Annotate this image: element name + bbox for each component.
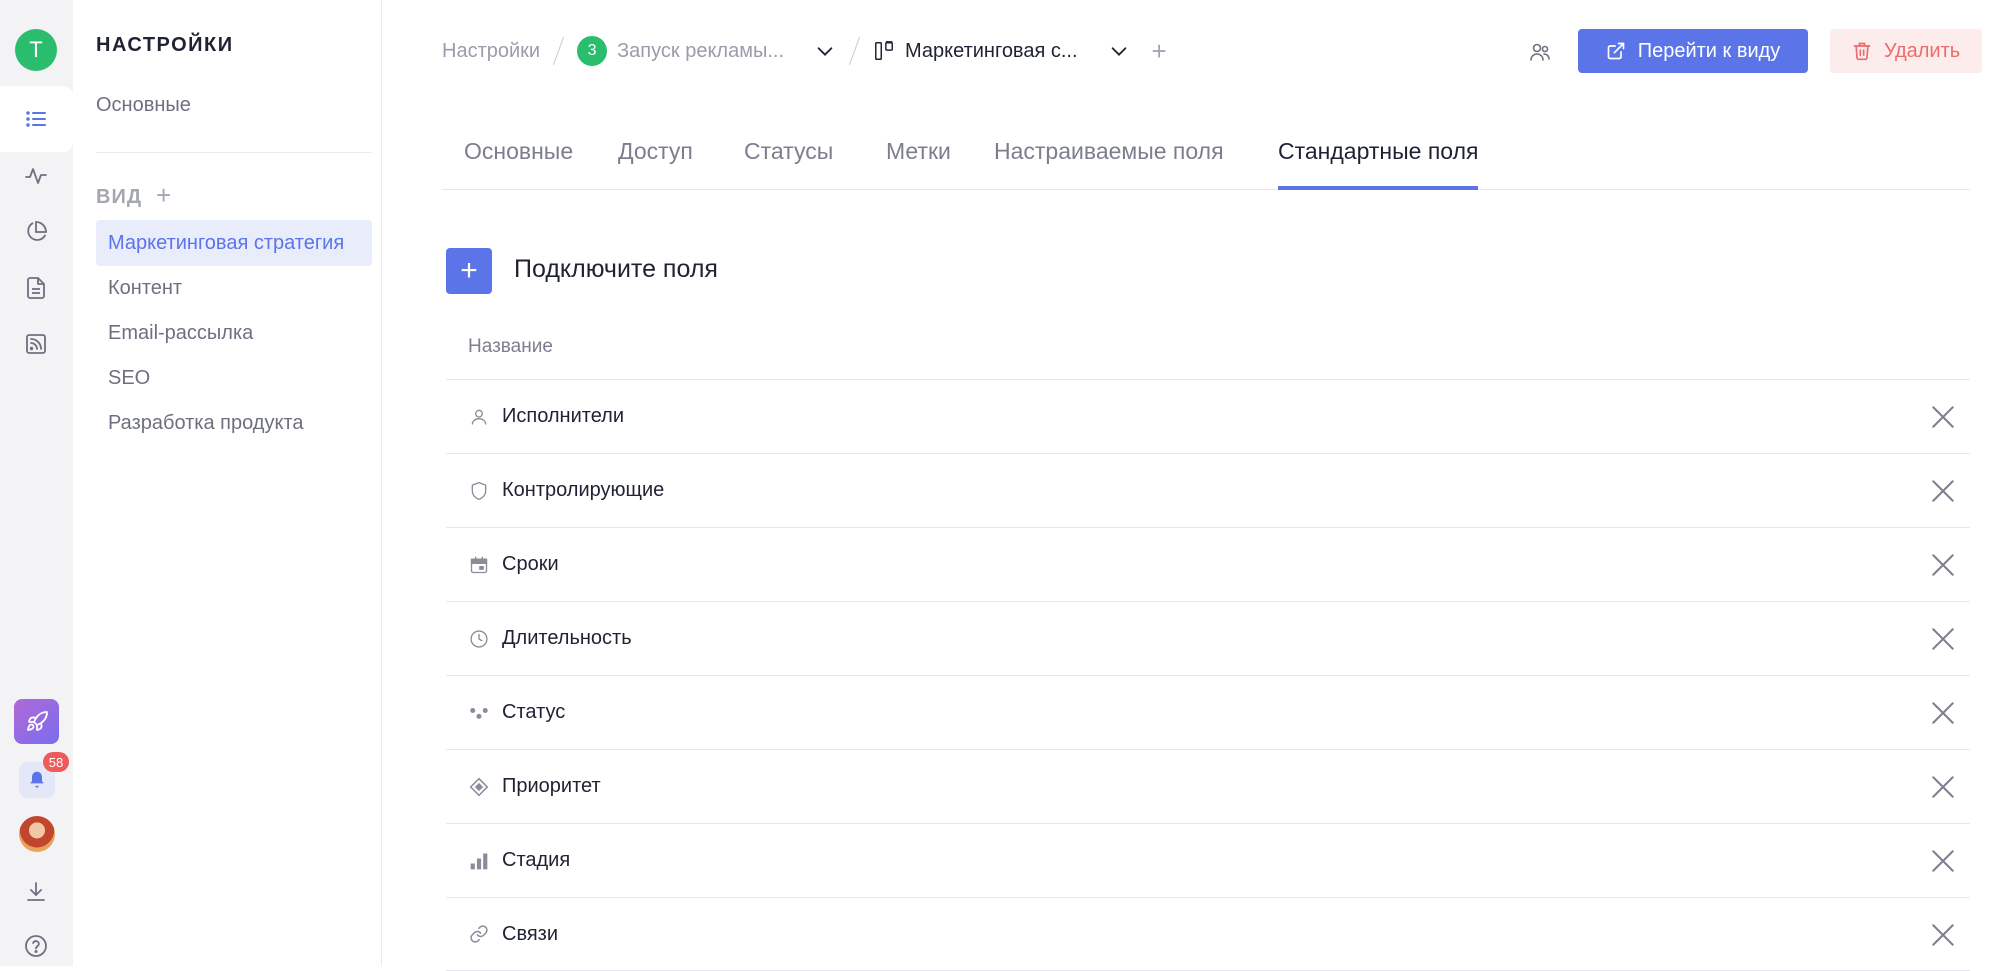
tab-standard-fields[interactable]: Стандартные поля	[1278, 138, 1479, 190]
document-icon[interactable]	[22, 274, 50, 302]
shield-icon	[468, 480, 490, 502]
field-label: Исполнители	[502, 405, 625, 427]
field-label: Связи	[502, 922, 559, 945]
standard-fields-table: Исполнители Контролирующие Сроки Длитель…	[446, 379, 1970, 971]
external-link-icon	[1607, 42, 1625, 60]
chevron-down-icon[interactable]	[1108, 40, 1130, 62]
table-row: Связи	[446, 897, 1970, 971]
tab-access[interactable]: Доступ	[618, 138, 693, 190]
table-row: Стадия	[446, 823, 1970, 897]
link-icon	[468, 923, 490, 945]
field-label: Стадия	[502, 849, 571, 871]
table-row: Исполнители	[446, 379, 1970, 453]
close-icon[interactable]	[1930, 552, 1956, 578]
bars-icon	[468, 850, 490, 872]
user-avatar[interactable]	[19, 816, 55, 852]
add-icon[interactable]: +	[1152, 36, 1167, 67]
chevron-down-icon[interactable]	[814, 40, 836, 62]
views-section-title: ВИД	[96, 186, 143, 208]
settings-panel: НАСТРОЙКИ Основные ВИД + Маркетинговая с…	[73, 0, 382, 966]
activity-icon[interactable]	[22, 162, 50, 190]
table-row: Приоритет	[446, 749, 1970, 823]
field-label: Контролирующие	[502, 479, 665, 501]
view-item-content[interactable]: Контент	[96, 265, 372, 311]
delete-label: Удалить	[1883, 39, 1961, 62]
view-item-email[interactable]: Email-рассылка	[96, 310, 372, 356]
workspace-avatar[interactable]: Т	[15, 29, 57, 71]
close-icon[interactable]	[1930, 848, 1956, 874]
settings-tabs: Основные Доступ Статусы Метки Настраивае…	[442, 122, 1970, 190]
close-icon[interactable]	[1930, 626, 1956, 652]
project-number-badge: 3	[577, 36, 608, 66]
breadcrumb-view[interactable]: Маркетинговая с...	[905, 40, 1078, 63]
person-icon	[468, 406, 490, 428]
board-view-icon	[873, 40, 895, 62]
divider	[96, 152, 372, 153]
breadcrumb-separator	[848, 36, 861, 66]
list-icon[interactable]	[22, 105, 50, 133]
table-row: Контролирующие	[446, 453, 1970, 527]
clock-icon	[468, 628, 490, 650]
users-access-icon[interactable]	[1528, 40, 1554, 66]
close-icon[interactable]	[1930, 404, 1956, 430]
close-icon[interactable]	[1930, 922, 1956, 948]
go-to-view-label: Перейти к виду	[1637, 39, 1781, 62]
field-label: Длительность	[502, 627, 632, 649]
tab-custom-fields[interactable]: Настраиваемые поля	[994, 138, 1224, 190]
close-icon[interactable]	[1930, 774, 1956, 800]
field-label: Приоритет	[502, 775, 601, 797]
delete-button[interactable]: Удалить	[1830, 29, 1982, 73]
pie-chart-icon[interactable]	[22, 218, 50, 246]
view-item-marketing-strategy[interactable]: Маркетинговая стратегия	[96, 220, 372, 266]
tab-statuses[interactable]: Статусы	[744, 138, 833, 190]
settings-title: НАСТРОЙКИ	[96, 34, 234, 56]
close-icon[interactable]	[1930, 700, 1956, 726]
priority-diamond-icon	[468, 776, 490, 798]
breadcrumb-separator	[552, 36, 565, 66]
go-to-view-button[interactable]: Перейти к виду	[1578, 29, 1808, 73]
status-dots-icon	[468, 702, 490, 724]
rocket-icon[interactable]	[14, 699, 59, 744]
calendar-icon	[468, 554, 490, 576]
column-header-name: Название	[468, 336, 553, 357]
breadcrumb: Настройки 3 Запуск рекламы... Маркетинго…	[442, 32, 1167, 70]
notifications-badge: 58	[43, 752, 69, 772]
help-icon[interactable]	[22, 932, 50, 960]
view-item-seo[interactable]: SEO	[96, 355, 372, 401]
view-item-product-development[interactable]: Разработка продукта	[96, 400, 372, 446]
breadcrumb-project[interactable]: Запуск рекламы...	[617, 40, 784, 63]
field-label: Статус	[502, 701, 566, 723]
rss-icon[interactable]	[22, 330, 50, 358]
field-label: Сроки	[502, 553, 559, 575]
close-icon[interactable]	[1930, 478, 1956, 504]
add-fields-heading: Подключите поля	[514, 255, 718, 283]
table-row: Статус	[446, 675, 1970, 749]
settings-item-main[interactable]: Основные	[96, 94, 191, 117]
download-icon[interactable]	[22, 878, 50, 906]
icon-rail: Т 58	[0, 0, 73, 966]
add-view-icon[interactable]: +	[156, 182, 171, 208]
table-row: Длительность	[446, 601, 1970, 675]
add-fields-button[interactable]: +	[446, 248, 492, 294]
table-row: Сроки	[446, 527, 1970, 601]
tab-tags[interactable]: Метки	[886, 138, 951, 190]
tab-main[interactable]: Основные	[464, 138, 573, 190]
breadcrumb-root[interactable]: Настройки	[442, 40, 540, 63]
trash-icon	[1853, 42, 1871, 61]
